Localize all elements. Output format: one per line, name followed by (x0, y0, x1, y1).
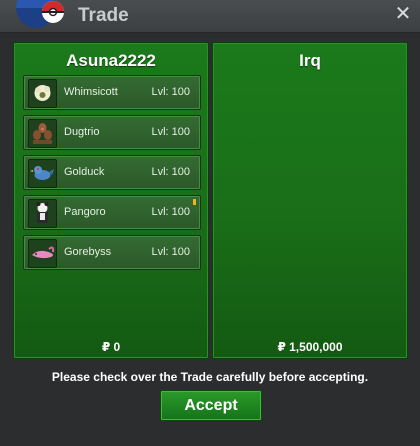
trade-warning-message: Please check over the Trade carefully be… (51, 370, 369, 384)
pangoro-icon (28, 199, 57, 228)
pokemon-level: Lvl: 100 (151, 86, 190, 98)
title-bar: Trade ✕ (0, 0, 420, 33)
accept-button[interactable]: Accept (160, 390, 262, 421)
pokemon-name: Dugtrio (64, 126, 100, 138)
right-trader-name: Irq (299, 51, 321, 70)
pokemon-level: Lvl: 100 (151, 166, 190, 178)
window-title: Trade (78, 5, 129, 26)
pokemon-slot-pangoro[interactable]: Pangoro Lvl: 100 (23, 195, 201, 230)
pokemon-slot-golduck[interactable]: Golduck Lvl: 100 (23, 155, 201, 190)
pokemon-level: Lvl: 100 (151, 206, 190, 218)
pokemon-slot-dugtrio[interactable]: Dugtrio Lvl: 100 (23, 115, 201, 150)
pokemon-level: Lvl: 100 (151, 126, 190, 138)
pokemon-name: Gorebyss (64, 246, 112, 258)
pokemon-slot-whimsicott[interactable]: Whimsicott Lvl: 100 (23, 75, 201, 110)
pokemon-slot-gorebyss[interactable]: Gorebyss Lvl: 100 (23, 235, 201, 270)
pokemon-name: Golduck (64, 166, 105, 178)
dugtrio-icon (28, 119, 57, 148)
whimsicott-icon (28, 79, 57, 108)
held-item-icon (193, 199, 196, 205)
right-money-offer: ₽ 1,500,000 (277, 340, 343, 354)
left-pokemon-list: Whimsicott Lvl: 100 Dugtrio Lvl: 100 Gol… (23, 75, 201, 275)
gorebyss-icon (28, 239, 57, 268)
left-money-offer: ₽ 0 (101, 340, 121, 354)
close-icon[interactable]: ✕ (394, 4, 412, 24)
golduck-icon (28, 159, 57, 188)
pokemon-level: Lvl: 100 (151, 246, 190, 258)
pokemon-name: Whimsicott (64, 86, 118, 98)
pokeball-logo-icon (6, 0, 66, 34)
right-trader-panel: Irq ₽ 1,500,000 (212, 42, 408, 359)
left-trader-name: Asuna2222 (66, 51, 156, 70)
pokemon-name: Pangoro (64, 206, 106, 218)
left-trader-panel: Asuna2222 Whimsicott Lvl: 100 Dugtrio Lv… (13, 42, 209, 359)
